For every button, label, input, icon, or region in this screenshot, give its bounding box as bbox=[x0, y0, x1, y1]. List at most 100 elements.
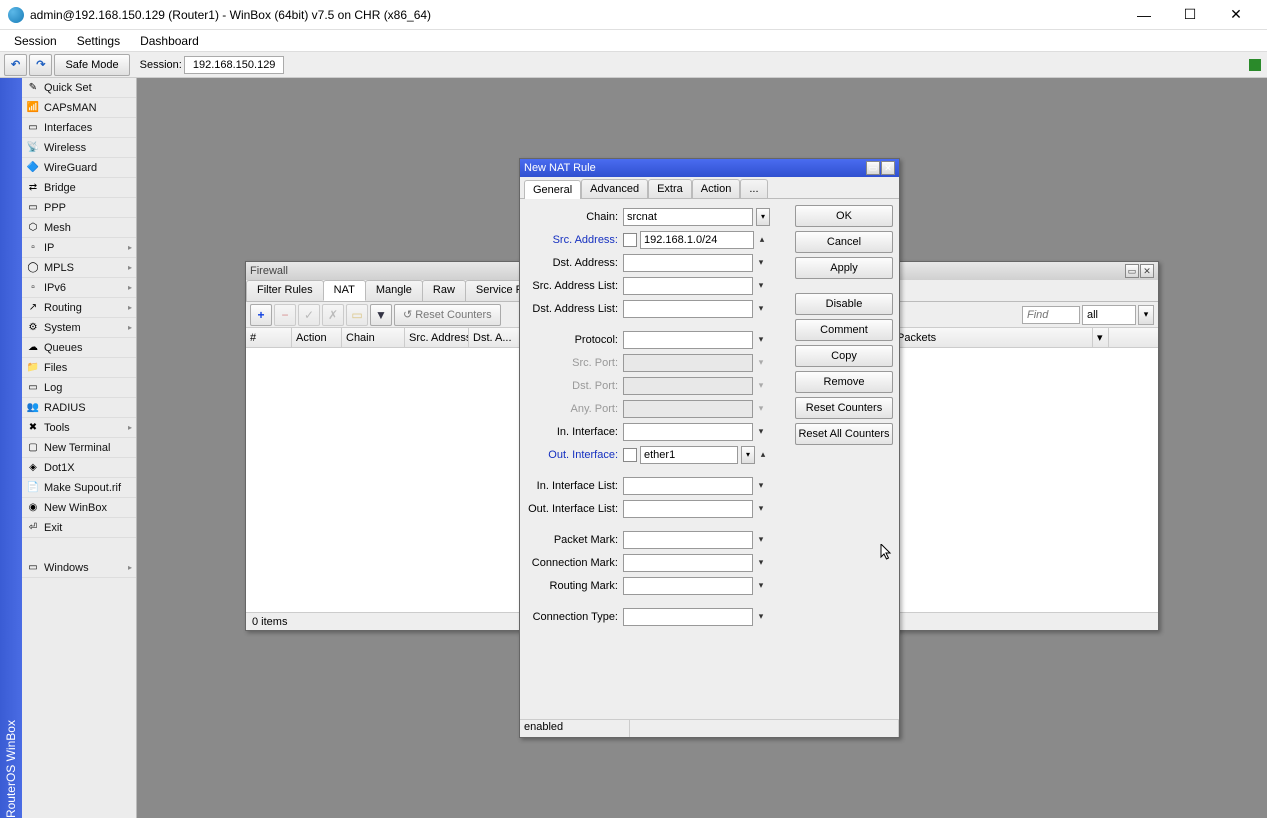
copy-button[interactable]: Copy bbox=[795, 345, 893, 367]
col-header[interactable]: Packets bbox=[893, 328, 1093, 347]
sidebar-item-wireguard[interactable]: 🔷WireGuard bbox=[22, 158, 136, 178]
col-menu-button[interactable]: ▾ bbox=[1093, 328, 1109, 347]
filter-dropdown-button[interactable]: ▾ bbox=[1138, 305, 1154, 325]
connection-mark-input[interactable] bbox=[623, 554, 753, 572]
nat-tab-advanced[interactable]: Advanced bbox=[581, 179, 648, 198]
routing-mark-expand-icon[interactable]: ▾ bbox=[756, 580, 766, 591]
src-address-collapse-icon[interactable]: ▴ bbox=[757, 234, 767, 245]
protocol-input[interactable] bbox=[623, 331, 753, 349]
find-input[interactable] bbox=[1022, 306, 1080, 324]
firewall-close-button[interactable]: ✕ bbox=[1140, 264, 1154, 278]
nat-tab-action[interactable]: Action bbox=[692, 179, 741, 198]
menu-settings[interactable]: Settings bbox=[67, 32, 130, 50]
menu-dashboard[interactable]: Dashboard bbox=[130, 32, 209, 50]
firewall-minimize-button[interactable]: ▭ bbox=[1125, 264, 1139, 278]
nat-close-button[interactable]: ✕ bbox=[881, 161, 895, 175]
minimize-button[interactable]: — bbox=[1121, 0, 1167, 30]
tab-filter-rules[interactable]: Filter Rules bbox=[246, 280, 324, 301]
sidebar-item-system[interactable]: ⚙System▸ bbox=[22, 318, 136, 338]
col-header[interactable]: Action bbox=[292, 328, 342, 347]
apply-button[interactable]: Apply bbox=[795, 257, 893, 279]
routing-mark-input[interactable] bbox=[623, 577, 753, 595]
src-address-invert[interactable] bbox=[623, 233, 637, 247]
enable-button[interactable]: ✓ bbox=[298, 304, 320, 326]
redo-button[interactable]: ↷ bbox=[29, 54, 52, 76]
sidebar-item-quick-set[interactable]: ✎Quick Set bbox=[22, 78, 136, 98]
tab-raw[interactable]: Raw bbox=[422, 280, 466, 301]
reset-counters-button[interactable]: ↺Reset Counters bbox=[394, 304, 501, 326]
connection-mark-expand-icon[interactable]: ▾ bbox=[756, 557, 766, 568]
in-interface-expand-icon[interactable]: ▾ bbox=[756, 426, 766, 437]
cancel-button[interactable]: Cancel bbox=[795, 231, 893, 253]
remove-button[interactable]: Remove bbox=[795, 371, 893, 393]
dst-address-input[interactable] bbox=[623, 254, 753, 272]
col-header[interactable]: # bbox=[246, 328, 292, 347]
nat-tab-[interactable]: ... bbox=[740, 179, 767, 198]
sidebar-item-capsman[interactable]: 📶CAPsMAN bbox=[22, 98, 136, 118]
undo-button[interactable]: ↶ bbox=[4, 54, 27, 76]
out-interface-list-expand-icon[interactable]: ▾ bbox=[756, 503, 766, 514]
packet-mark-expand-icon[interactable]: ▾ bbox=[756, 534, 766, 545]
sidebar-item-log[interactable]: ▭Log bbox=[22, 378, 136, 398]
sidebar-item-exit[interactable]: ⏎Exit bbox=[22, 518, 136, 538]
sidebar-item-new-terminal[interactable]: ▢New Terminal bbox=[22, 438, 136, 458]
sidebar-item-dot1x[interactable]: ◈Dot1X bbox=[22, 458, 136, 478]
in-interface-list-expand-icon[interactable]: ▾ bbox=[756, 480, 766, 491]
sidebar-item-files[interactable]: 📁Files bbox=[22, 358, 136, 378]
sidebar-item-mpls[interactable]: ◯MPLS▸ bbox=[22, 258, 136, 278]
protocol-expand-icon[interactable]: ▾ bbox=[756, 334, 766, 345]
nat-minimize-button[interactable]: ▭ bbox=[866, 161, 880, 175]
sidebar-item-new-winbox[interactable]: ◉New WinBox bbox=[22, 498, 136, 518]
reset-all-counters-button[interactable]: Reset All Counters bbox=[795, 423, 893, 445]
sidebar-item-queues[interactable]: ☁Queues bbox=[22, 338, 136, 358]
comment-button[interactable]: ▭ bbox=[346, 304, 368, 326]
sidebar-item-bridge[interactable]: ⇄Bridge bbox=[22, 178, 136, 198]
nat-tab-extra[interactable]: Extra bbox=[648, 179, 692, 198]
src-list-expand-icon[interactable]: ▾ bbox=[756, 280, 766, 291]
sidebar-item-interfaces[interactable]: ▭Interfaces bbox=[22, 118, 136, 138]
chain-input[interactable] bbox=[623, 208, 753, 226]
dst-list-input[interactable] bbox=[623, 300, 753, 318]
maximize-button[interactable]: ☐ bbox=[1167, 0, 1213, 30]
col-header[interactable]: Chain bbox=[342, 328, 405, 347]
packet-mark-input[interactable] bbox=[623, 531, 753, 549]
chain-dropdown[interactable]: ▾ bbox=[756, 208, 770, 226]
dst-list-expand-icon[interactable]: ▾ bbox=[756, 303, 766, 314]
nat-titlebar[interactable]: New NAT Rule ▭ ✕ bbox=[520, 159, 899, 177]
close-button[interactable]: ✕ bbox=[1213, 0, 1259, 30]
filter-button[interactable]: ▼ bbox=[370, 304, 392, 326]
sidebar-item-tools[interactable]: ✖Tools▸ bbox=[22, 418, 136, 438]
in-interface-input[interactable] bbox=[623, 423, 753, 441]
out-interface-invert[interactable] bbox=[623, 448, 637, 462]
out-interface-list-input[interactable] bbox=[623, 500, 753, 518]
sidebar-item-radius[interactable]: 👥RADIUS bbox=[22, 398, 136, 418]
tab-mangle[interactable]: Mangle bbox=[365, 280, 423, 301]
sidebar-item-ipv6[interactable]: ▫IPv6▸ bbox=[22, 278, 136, 298]
connection-type-input[interactable] bbox=[623, 608, 753, 626]
out-interface-input[interactable] bbox=[640, 446, 738, 464]
tab-nat[interactable]: NAT bbox=[323, 280, 366, 301]
remove-button[interactable]: − bbox=[274, 304, 296, 326]
add-button[interactable]: + bbox=[250, 304, 272, 326]
sidebar-item-make-supout-rif[interactable]: 📄Make Supout.rif bbox=[22, 478, 136, 498]
out-interface-collapse-icon[interactable]: ▴ bbox=[758, 449, 768, 460]
disable-button[interactable]: Disable bbox=[795, 293, 893, 315]
col-header[interactable]: Src. Address bbox=[405, 328, 469, 347]
menu-session[interactable]: Session bbox=[4, 32, 67, 50]
src-list-input[interactable] bbox=[623, 277, 753, 295]
src-address-input[interactable] bbox=[640, 231, 754, 249]
dst-address-expand-icon[interactable]: ▾ bbox=[756, 257, 766, 268]
sidebar-item-routing[interactable]: ↗Routing▸ bbox=[22, 298, 136, 318]
disable-button[interactable]: ✗ bbox=[322, 304, 344, 326]
filter-select[interactable]: all bbox=[1082, 305, 1136, 325]
safe-mode-button[interactable]: Safe Mode bbox=[54, 54, 129, 76]
reset-counters-button[interactable]: Reset Counters bbox=[795, 397, 893, 419]
sidebar-item-windows[interactable]: ▭Windows▸ bbox=[22, 558, 136, 578]
comment-button[interactable]: Comment bbox=[795, 319, 893, 341]
in-interface-list-input[interactable] bbox=[623, 477, 753, 495]
sidebar-item-wireless[interactable]: 📡Wireless bbox=[22, 138, 136, 158]
sidebar-item-mesh[interactable]: ⬡Mesh bbox=[22, 218, 136, 238]
sidebar-item-ppp[interactable]: ▭PPP bbox=[22, 198, 136, 218]
nat-tab-general[interactable]: General bbox=[524, 180, 581, 199]
out-interface-dropdown[interactable]: ▾ bbox=[741, 446, 755, 464]
